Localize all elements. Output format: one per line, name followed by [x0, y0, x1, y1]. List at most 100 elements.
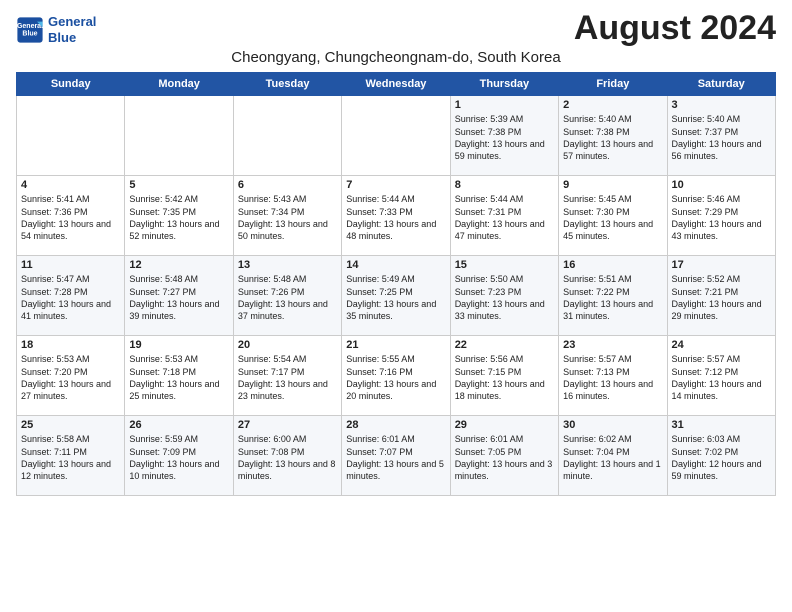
cell-content: Sunrise: 5:43 AM Sunset: 7:34 PM Dayligh…: [238, 193, 337, 242]
week-row-3: 11Sunrise: 5:47 AM Sunset: 7:28 PM Dayli…: [17, 256, 776, 336]
cell-w4-d7: 24Sunrise: 5:57 AM Sunset: 7:12 PM Dayli…: [667, 336, 775, 416]
cell-w2-d1: 4 Sunrise: 5:41 AM Sunset: 7:36 PM Daylig…: [17, 176, 125, 256]
logo-line1: General: [48, 14, 96, 30]
day-number: 8: [455, 179, 554, 191]
day-number: 19: [129, 339, 228, 351]
cell-content: Sunrise: 5:52 AM Sunset: 7:21 PM Dayligh…: [672, 273, 771, 322]
cell-content: Sunrise: 5:40 AM Sunset: 7:37 PM Dayligh…: [672, 113, 771, 162]
cell-content: Sunrise: 5:48 AM Sunset: 7:27 PM Dayligh…: [129, 273, 228, 322]
day-number: 17: [672, 259, 771, 271]
cell-content: Sunrise: 5:39 AM Sunset: 7:38 PM Dayligh…: [455, 113, 554, 162]
cell-w1-d1: [17, 96, 125, 176]
day-number: 15: [455, 259, 554, 271]
calendar-table: Sunday Monday Tuesday Wednesday Thursday…: [16, 72, 776, 496]
col-friday: Friday: [559, 73, 667, 96]
day-number: 3: [672, 99, 771, 111]
day-number: 21: [346, 339, 445, 351]
day-number: 10: [672, 179, 771, 191]
logo-line2: Blue: [48, 30, 96, 46]
day-number: 18: [21, 339, 120, 351]
col-wednesday: Wednesday: [342, 73, 450, 96]
cell-content: Sunrise: 6:02 AM Sunset: 7:04 PM Dayligh…: [563, 433, 662, 482]
page: General Blue General Blue August 2024 Ch…: [0, 0, 792, 506]
logo: General Blue General Blue: [16, 14, 96, 45]
cell-content: Sunrise: 5:40 AM Sunset: 7:38 PM Dayligh…: [563, 113, 662, 162]
svg-text:Blue: Blue: [22, 30, 37, 37]
cell-content: Sunrise: 6:00 AM Sunset: 7:08 PM Dayligh…: [238, 433, 337, 482]
month-title: August 2024: [574, 10, 776, 47]
day-number: 5: [129, 179, 228, 191]
calendar-header-row: Sunday Monday Tuesday Wednesday Thursday…: [17, 73, 776, 96]
col-sunday: Sunday: [17, 73, 125, 96]
cell-w2-d4: 7 Sunrise: 5:44 AM Sunset: 7:33 PM Daylig…: [342, 176, 450, 256]
week-row-5: 25 Sunrise: 5:58 AM Sunset: 7:11 PM Dayli…: [17, 416, 776, 496]
day-number: 27: [238, 419, 337, 431]
col-monday: Monday: [125, 73, 233, 96]
location-title: Cheongyang, Chungcheongnam-do, South Kor…: [16, 49, 776, 66]
week-row-2: 4 Sunrise: 5:41 AM Sunset: 7:36 PM Daylig…: [17, 176, 776, 256]
cell-content: Sunrise: 5:59 AM Sunset: 7:09 PM Dayligh…: [129, 433, 228, 482]
day-number: 16: [563, 259, 662, 271]
day-number: 31: [672, 419, 771, 431]
cell-content: Sunrise: 5:47 AM Sunset: 7:28 PM Dayligh…: [21, 273, 120, 322]
cell-content: Sunrise: 5:54 AM Sunset: 7:17 PM Dayligh…: [238, 353, 337, 402]
cell-content: Sunrise: 5:44 AM Sunset: 7:31 PM Dayligh…: [455, 193, 554, 242]
day-number: 1: [455, 99, 554, 111]
day-number: 29: [455, 419, 554, 431]
cell-w1-d2: [125, 96, 233, 176]
cell-w1-d5: 1 Sunrise: 5:39 AM Sunset: 7:38 PM Daylig…: [450, 96, 558, 176]
cell-w4-d1: 18 Sunrise: 5:53 AM Sunset: 7:20 PM Dayli…: [17, 336, 125, 416]
cell-w2-d5: 8 Sunrise: 5:44 AM Sunset: 7:31 PM Daylig…: [450, 176, 558, 256]
day-number: 28: [346, 419, 445, 431]
col-saturday: Saturday: [667, 73, 775, 96]
cell-content: Sunrise: 5:46 AM Sunset: 7:29 PM Dayligh…: [672, 193, 771, 242]
day-number: 4: [21, 179, 120, 191]
day-number: 14: [346, 259, 445, 271]
cell-w5-d6: 30 Sunrise: 6:02 AM Sunset: 7:04 PM Dayli…: [559, 416, 667, 496]
cell-w1-d4: [342, 96, 450, 176]
col-thursday: Thursday: [450, 73, 558, 96]
cell-w3-d2: 12Sunrise: 5:48 AM Sunset: 7:27 PM Dayli…: [125, 256, 233, 336]
day-number: 2: [563, 99, 662, 111]
cell-w4-d5: 22 Sunrise: 5:56 AM Sunset: 7:15 PM Dayli…: [450, 336, 558, 416]
cell-content: Sunrise: 5:58 AM Sunset: 7:11 PM Dayligh…: [21, 433, 120, 482]
cell-content: Sunrise: 6:01 AM Sunset: 7:07 PM Dayligh…: [346, 433, 445, 482]
week-row-4: 18 Sunrise: 5:53 AM Sunset: 7:20 PM Dayli…: [17, 336, 776, 416]
day-number: 20: [238, 339, 337, 351]
cell-content: Sunrise: 5:41 AM Sunset: 7:36 PM Dayligh…: [21, 193, 120, 242]
day-number: 30: [563, 419, 662, 431]
cell-w3-d5: 15 Sunrise: 5:50 AM Sunset: 7:23 PM Dayli…: [450, 256, 558, 336]
cell-content: Sunrise: 5:49 AM Sunset: 7:25 PM Dayligh…: [346, 273, 445, 322]
col-tuesday: Tuesday: [233, 73, 341, 96]
cell-w5-d4: 28 Sunrise: 6:01 AM Sunset: 7:07 PM Dayli…: [342, 416, 450, 496]
cell-content: Sunrise: 5:50 AM Sunset: 7:23 PM Dayligh…: [455, 273, 554, 322]
day-number: 9: [563, 179, 662, 191]
cell-w3-d1: 11Sunrise: 5:47 AM Sunset: 7:28 PM Dayli…: [17, 256, 125, 336]
cell-w1-d6: 2 Sunrise: 5:40 AM Sunset: 7:38 PM Daylig…: [559, 96, 667, 176]
cell-content: Sunrise: 5:53 AM Sunset: 7:20 PM Dayligh…: [21, 353, 120, 402]
logo-icon: General Blue: [16, 16, 44, 44]
cell-w3-d3: 13Sunrise: 5:48 AM Sunset: 7:26 PM Dayli…: [233, 256, 341, 336]
cell-content: Sunrise: 5:55 AM Sunset: 7:16 PM Dayligh…: [346, 353, 445, 402]
cell-content: Sunrise: 5:44 AM Sunset: 7:33 PM Dayligh…: [346, 193, 445, 242]
cell-w1-d3: [233, 96, 341, 176]
cell-w4-d4: 21 Sunrise: 5:55 AM Sunset: 7:16 PM Dayli…: [342, 336, 450, 416]
cell-content: Sunrise: 5:57 AM Sunset: 7:13 PM Dayligh…: [563, 353, 662, 402]
day-number: 7: [346, 179, 445, 191]
cell-content: Sunrise: 5:56 AM Sunset: 7:15 PM Dayligh…: [455, 353, 554, 402]
cell-w5-d3: 27 Sunrise: 6:00 AM Sunset: 7:08 PM Dayli…: [233, 416, 341, 496]
logo-text: General Blue: [48, 14, 96, 45]
calendar-body: 1 Sunrise: 5:39 AM Sunset: 7:38 PM Daylig…: [17, 96, 776, 496]
day-number: 25: [21, 419, 120, 431]
cell-w3-d7: 17 Sunrise: 5:52 AM Sunset: 7:21 PM Dayli…: [667, 256, 775, 336]
day-number: 26: [129, 419, 228, 431]
cell-w5-d7: 31Sunrise: 6:03 AM Sunset: 7:02 PM Dayli…: [667, 416, 775, 496]
cell-content: Sunrise: 5:51 AM Sunset: 7:22 PM Dayligh…: [563, 273, 662, 322]
cell-w3-d6: 16 Sunrise: 5:51 AM Sunset: 7:22 PM Dayli…: [559, 256, 667, 336]
day-number: 23: [563, 339, 662, 351]
cell-content: Sunrise: 5:42 AM Sunset: 7:35 PM Dayligh…: [129, 193, 228, 242]
cell-content: Sunrise: 5:53 AM Sunset: 7:18 PM Dayligh…: [129, 353, 228, 402]
cell-w4-d3: 20 Sunrise: 5:54 AM Sunset: 7:17 PM Dayli…: [233, 336, 341, 416]
day-number: 22: [455, 339, 554, 351]
cell-content: Sunrise: 5:57 AM Sunset: 7:12 PM Dayligh…: [672, 353, 771, 402]
